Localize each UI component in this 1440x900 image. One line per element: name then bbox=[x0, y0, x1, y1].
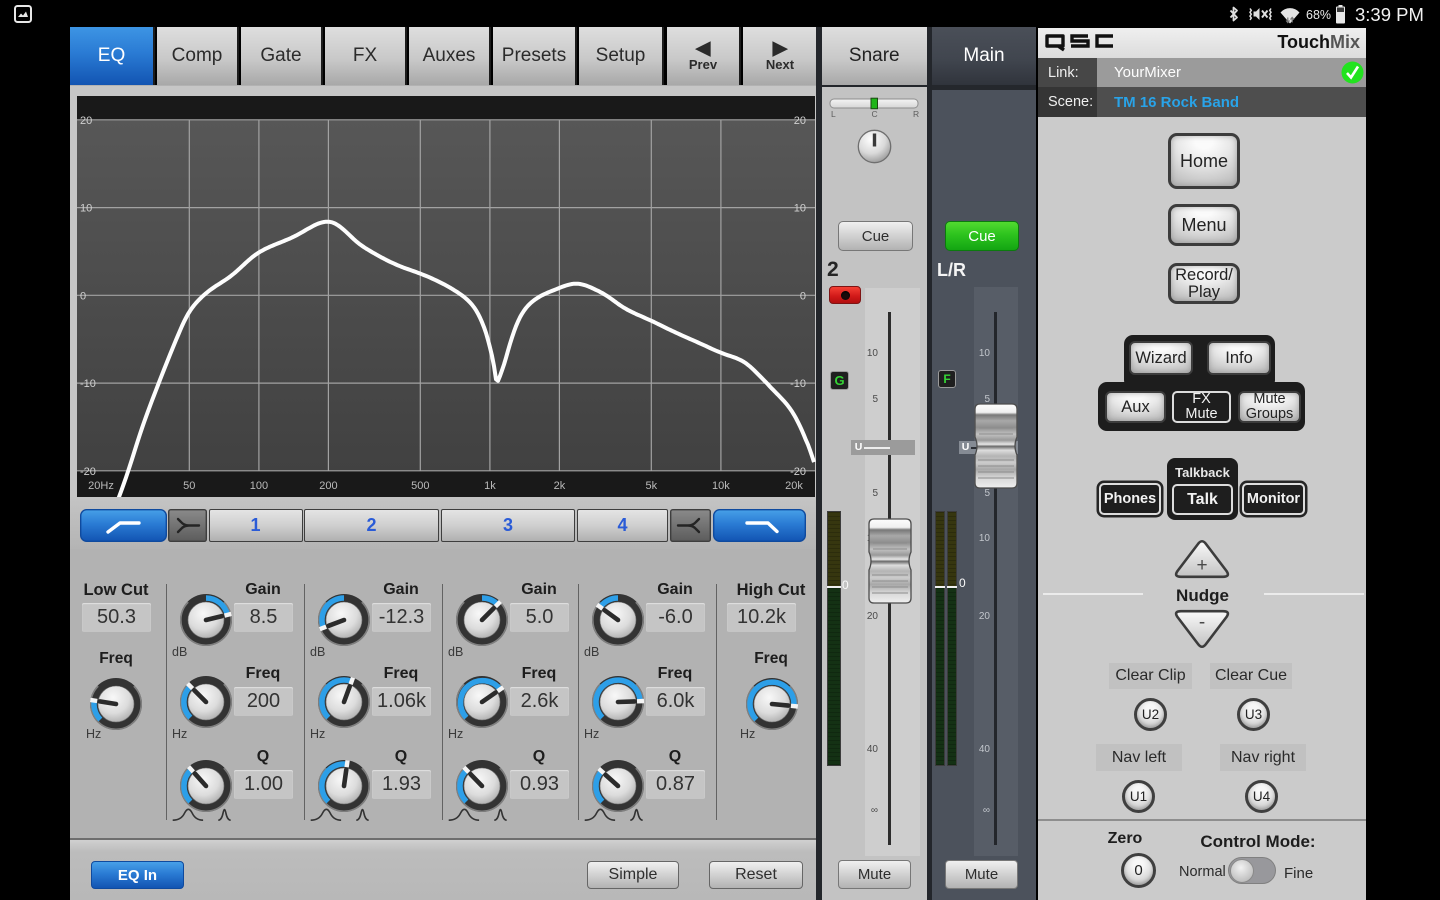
svg-text:20k: 20k bbox=[785, 480, 803, 492]
svg-text:200: 200 bbox=[319, 480, 337, 492]
svg-text:C: C bbox=[872, 109, 878, 118]
svg-text:10: 10 bbox=[794, 203, 806, 215]
svg-text:0: 0 bbox=[80, 290, 86, 302]
svg-text:-10: -10 bbox=[790, 378, 806, 390]
svg-text:20: 20 bbox=[794, 115, 806, 127]
svg-text:3:39 PM: 3:39 PM bbox=[1355, 4, 1424, 25]
svg-text:20Hz: 20Hz bbox=[88, 480, 114, 492]
svg-text:5k: 5k bbox=[645, 480, 657, 492]
svg-text:20: 20 bbox=[80, 115, 92, 127]
svg-text:10: 10 bbox=[80, 203, 92, 215]
svg-text:L: L bbox=[831, 109, 836, 118]
svg-text:2k: 2k bbox=[554, 480, 566, 492]
svg-text:-: - bbox=[1199, 612, 1205, 633]
svg-text:+: + bbox=[1196, 555, 1207, 576]
svg-text:100: 100 bbox=[250, 480, 268, 492]
svg-text:-20: -20 bbox=[80, 466, 96, 478]
svg-text:50: 50 bbox=[183, 480, 195, 492]
svg-text:-10: -10 bbox=[80, 378, 96, 390]
svg-text:0: 0 bbox=[800, 290, 806, 302]
svg-text:10k: 10k bbox=[712, 480, 730, 492]
svg-text:68%: 68% bbox=[1306, 8, 1331, 22]
svg-text:-20: -20 bbox=[790, 466, 806, 478]
svg-text:500: 500 bbox=[411, 480, 429, 492]
svg-text:R: R bbox=[913, 109, 919, 118]
svg-text:1k: 1k bbox=[484, 480, 496, 492]
